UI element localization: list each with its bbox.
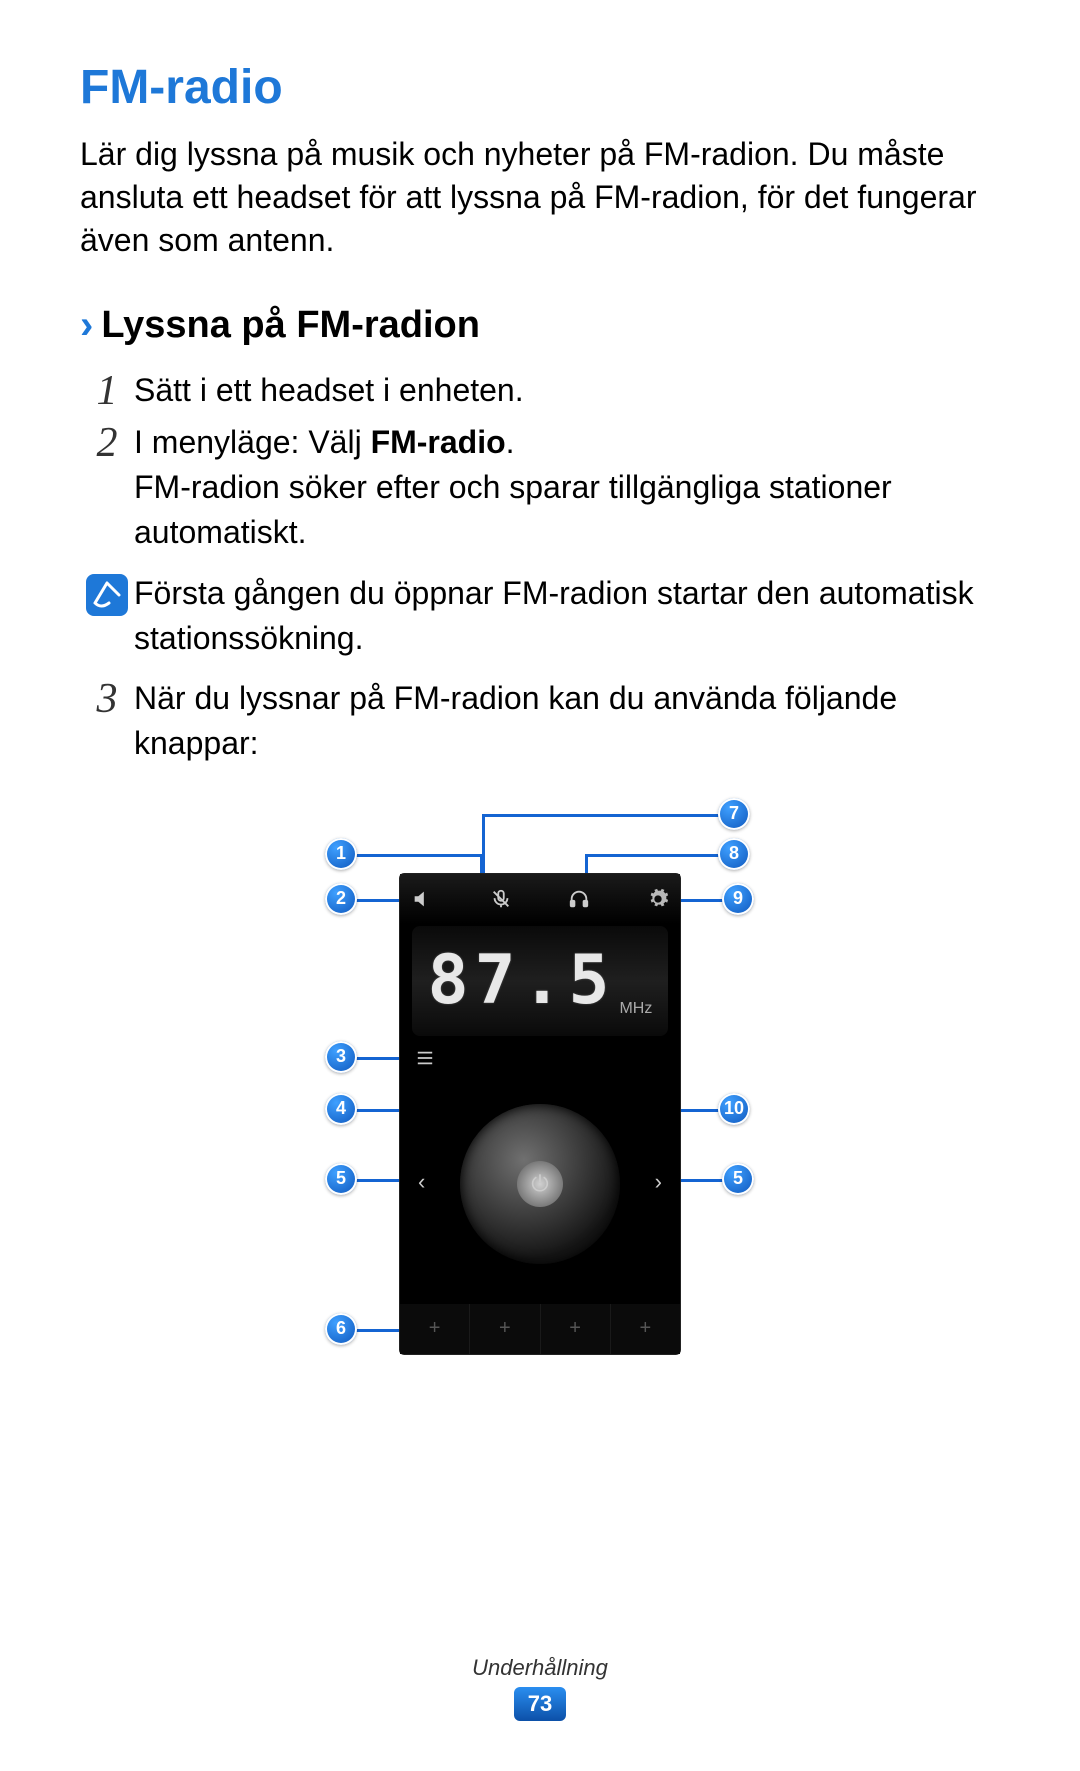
step-text: Sätt i ett headset i enheten. (134, 366, 524, 413)
radio-toolbar (400, 874, 680, 924)
callout-10: 10 (718, 1093, 750, 1125)
frequency-display: 87.5 MHz (412, 926, 668, 1036)
step-2: 2 I menyläge: Välj FM-radio. FM-radion s… (80, 418, 1000, 554)
callout-7: 7 (718, 798, 750, 830)
list-icon (414, 1049, 436, 1072)
step-lead: I menyläge: Välj (134, 424, 371, 460)
preset-slot: + (470, 1304, 540, 1354)
step-tail: . (506, 424, 515, 460)
manual-page: FM-radio Lär dig lyssna på musik och nyh… (0, 0, 1080, 1771)
preset-slot: + (611, 1304, 680, 1354)
seek-right-icon: › (655, 1169, 662, 1195)
step-number: 3 (80, 674, 134, 720)
preset-slot: + (541, 1304, 611, 1354)
step-1: 1 Sätt i ett headset i enheten. (80, 366, 1000, 413)
callout-5: 5 (722, 1163, 754, 1195)
step-text: I menyläge: Välj FM-radio. FM-radion sök… (134, 418, 1000, 554)
power-icon: ⏻ (517, 1161, 563, 1207)
tuning-dial: ⏻ (460, 1104, 620, 1264)
page-number: 73 (514, 1687, 566, 1721)
chevron-icon: › (80, 303, 93, 348)
step-3: 3 När du lyssnar på FM-radion kan du anv… (80, 674, 1000, 766)
note-icon (80, 571, 134, 617)
headphones-icon (567, 887, 591, 911)
seek-left-icon: ‹ (418, 1169, 425, 1195)
callout-line (355, 854, 480, 857)
mute-mic-icon (489, 887, 513, 911)
step-number: 2 (80, 418, 134, 464)
intro-paragraph: Lär dig lyssna på musik och nyheter på F… (80, 133, 1000, 263)
callout-6: 6 (325, 1313, 357, 1345)
preset-slot: + (400, 1304, 470, 1354)
dial-area: ‹ ⏻ › (400, 1094, 680, 1294)
note-row: Första gången du öppnar FM-radion starta… (80, 571, 1000, 661)
callout-line (585, 854, 720, 857)
frequency-unit: MHz (619, 1000, 652, 1018)
callout-line (482, 814, 720, 817)
fm-radio-figure: 87.5 MHz ‹ ⏻ › + + + + 1 2 3 4 (250, 794, 830, 1574)
step-sub: FM-radion söker efter och sparar tillgän… (134, 465, 1000, 555)
step-number: 1 (80, 366, 134, 412)
preset-bar: + + + + (400, 1304, 680, 1354)
step-text: När du lyssnar på FM-radion kan du använ… (134, 674, 1000, 766)
footer-section: Underhållning (0, 1655, 1080, 1681)
callout-5: 5 (325, 1163, 357, 1195)
callout-2: 2 (325, 883, 357, 915)
subheading: Lyssna på FM-radion (101, 304, 480, 347)
frequency-value: 87.5 (428, 941, 616, 1020)
callout-8: 8 (718, 838, 750, 870)
callout-1: 1 (325, 838, 357, 870)
volume-icon (410, 887, 434, 911)
gear-icon (646, 887, 670, 911)
callout-4: 4 (325, 1093, 357, 1125)
callout-9: 9 (722, 883, 754, 915)
page-title: FM-radio (80, 60, 1000, 115)
callout-3: 3 (325, 1041, 357, 1073)
subheading-row: › Lyssna på FM-radion (80, 303, 1000, 348)
radio-screen: 87.5 MHz ‹ ⏻ › + + + + (400, 874, 680, 1354)
step-bold: FM-radio (371, 424, 506, 460)
note-text: Första gången du öppnar FM-radion starta… (134, 571, 1000, 661)
page-footer: Underhållning 73 (0, 1655, 1080, 1721)
